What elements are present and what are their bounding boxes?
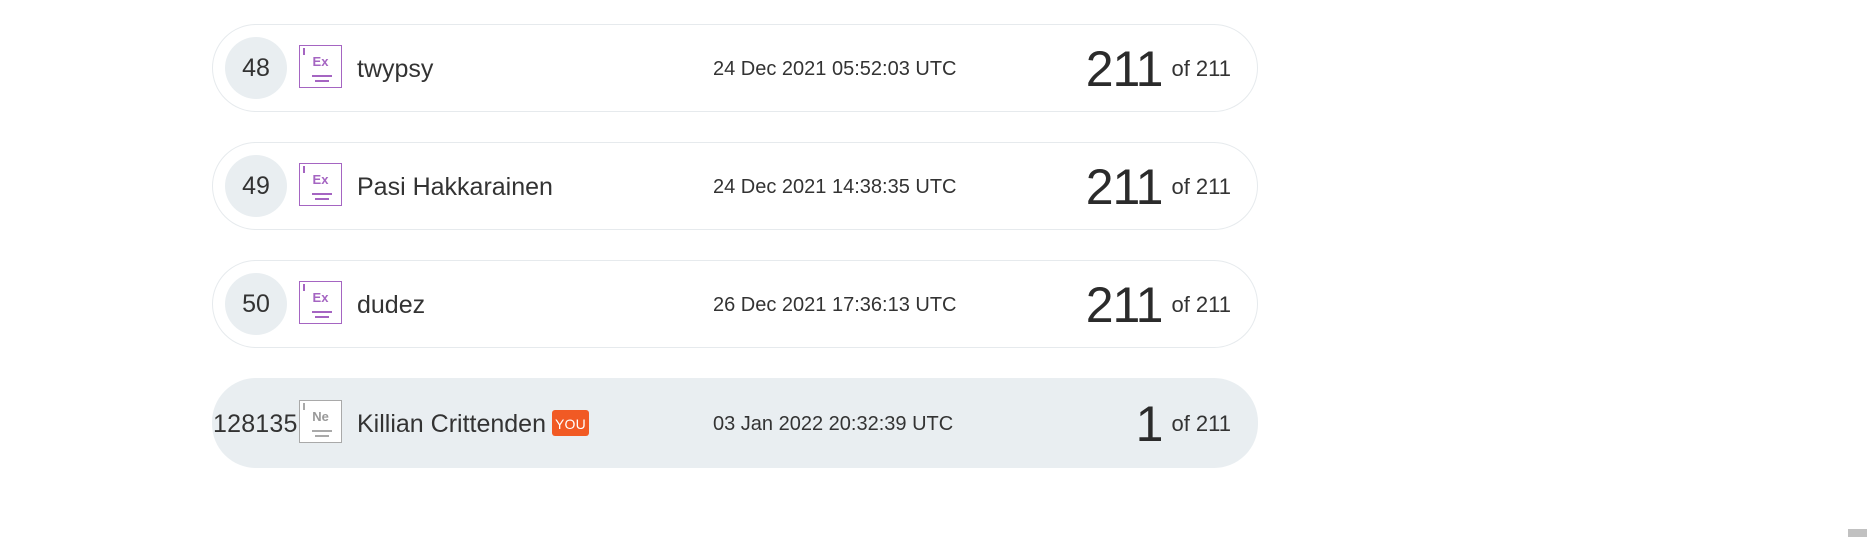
- score: 211 of 211: [1086, 261, 1231, 349]
- you-badge: YOU: [552, 410, 589, 437]
- scrollbar-thumb[interactable]: [1848, 529, 1867, 537]
- player-name[interactable]: Killian Crittenden: [357, 410, 546, 438]
- rank-number: 50: [225, 273, 287, 335]
- badge-symbol: Ex: [312, 172, 329, 187]
- player-name[interactable]: dudez: [357, 261, 425, 349]
- rank-number: 48: [225, 37, 287, 99]
- completion-timestamp: 24 Dec 2021 05:52:03 UTC: [713, 58, 957, 80]
- score: 211 of 211: [1086, 143, 1231, 231]
- score-value: 211: [1085, 277, 1164, 333]
- badge-symbol: Ex: [312, 290, 329, 305]
- badge-symbol: Ne: [312, 409, 329, 424]
- element-badge-icon: Ex: [299, 281, 342, 324]
- player-name[interactable]: twypsy: [357, 25, 433, 113]
- rank-number: 128135: [213, 410, 298, 438]
- score-value: 211: [1085, 41, 1164, 97]
- score: 1 of 211: [1136, 379, 1231, 469]
- badge-symbol: Ex: [312, 54, 329, 69]
- score-total: of 211: [1171, 174, 1231, 199]
- player-name-container: Killian Crittenden YOU: [357, 379, 589, 469]
- score-total: of 211: [1171, 56, 1231, 81]
- current-user-row[interactable]: 128135 Ne Killian Crittenden YOU 03 Jan 2…: [212, 378, 1258, 468]
- element-badge-icon: Ne: [299, 400, 342, 443]
- leaderboard-row[interactable]: 49 Ex Pasi Hakkarainen 24 Dec 2021 14:38…: [212, 142, 1258, 230]
- score: 211 of 211: [1086, 25, 1231, 113]
- player-name[interactable]: Pasi Hakkarainen: [357, 143, 553, 231]
- score-total: of 211: [1171, 411, 1231, 436]
- completion-timestamp: 26 Dec 2021 17:36:13 UTC: [713, 294, 957, 316]
- completion-timestamp: 24 Dec 2021 14:38:35 UTC: [713, 176, 957, 198]
- completion-timestamp: 03 Jan 2022 20:32:39 UTC: [713, 413, 954, 435]
- page: 48 Ex twypsy 24 Dec 2021 05:52:03 UTC 21…: [0, 0, 1867, 537]
- leaderboard-row[interactable]: 50 Ex dudez 26 Dec 2021 17:36:13 UTC 211…: [212, 260, 1258, 348]
- element-badge-icon: Ex: [299, 163, 342, 206]
- leaderboard-list: 48 Ex twypsy 24 Dec 2021 05:52:03 UTC 21…: [212, 24, 1258, 498]
- score-value: 1: [1135, 396, 1164, 452]
- rank-number: 49: [225, 155, 287, 217]
- score-total: of 211: [1171, 292, 1231, 317]
- leaderboard-row[interactable]: 48 Ex twypsy 24 Dec 2021 05:52:03 UTC 21…: [212, 24, 1258, 112]
- score-value: 211: [1085, 159, 1164, 215]
- element-badge-icon: Ex: [299, 45, 342, 88]
